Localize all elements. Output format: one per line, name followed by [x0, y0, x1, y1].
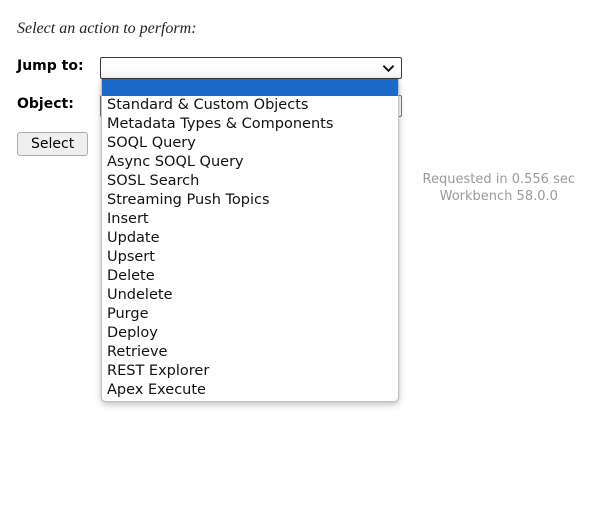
page-title: Select an action to perform: — [17, 20, 197, 37]
select-button[interactable]: Select — [17, 132, 89, 157]
dropdown-option[interactable]: REST Explorer — [102, 362, 398, 381]
request-time-text: Requested in 0.556 sec — [422, 172, 575, 187]
chevron-down-icon[interactable] — [382, 62, 395, 75]
dropdown-option[interactable] — [102, 79, 398, 96]
jump-to-dropdown-list[interactable]: Standard & Custom Objects Metadata Types … — [101, 79, 399, 402]
dropdown-option[interactable]: Delete — [102, 267, 398, 286]
dropdown-option[interactable]: Retrieve — [102, 343, 398, 362]
jump-to-row: Jump to: — [17, 58, 97, 74]
dropdown-option[interactable]: SOSL Search — [102, 172, 398, 191]
dropdown-option[interactable]: Async SOQL Query — [102, 153, 398, 172]
dropdown-option[interactable]: Metadata Types & Components — [102, 115, 398, 134]
dropdown-option[interactable]: Streaming Push Topics — [102, 191, 398, 210]
dropdown-option[interactable]: SOQL Query — [102, 134, 398, 153]
object-label: Object: — [17, 96, 74, 112]
dropdown-option[interactable]: Undelete — [102, 286, 398, 305]
object-row: Object: — [17, 96, 97, 112]
dropdown-option[interactable]: Standard & Custom Objects — [102, 96, 398, 115]
dropdown-option[interactable]: Deploy — [102, 324, 398, 343]
jump-to-select[interactable] — [100, 57, 402, 79]
dropdown-option[interactable]: Update — [102, 229, 398, 248]
status-block: Requested in 0.556 sec Workbench 58.0.0 — [423, 171, 575, 205]
dropdown-option[interactable]: Purge — [102, 305, 398, 324]
app-version-text: Workbench 58.0.0 — [439, 189, 558, 204]
jump-to-label: Jump to: — [17, 58, 84, 74]
dropdown-option[interactable]: Upsert — [102, 248, 398, 267]
dropdown-option[interactable]: Apex Execute — [102, 381, 398, 400]
dropdown-option[interactable]: Insert — [102, 210, 398, 229]
